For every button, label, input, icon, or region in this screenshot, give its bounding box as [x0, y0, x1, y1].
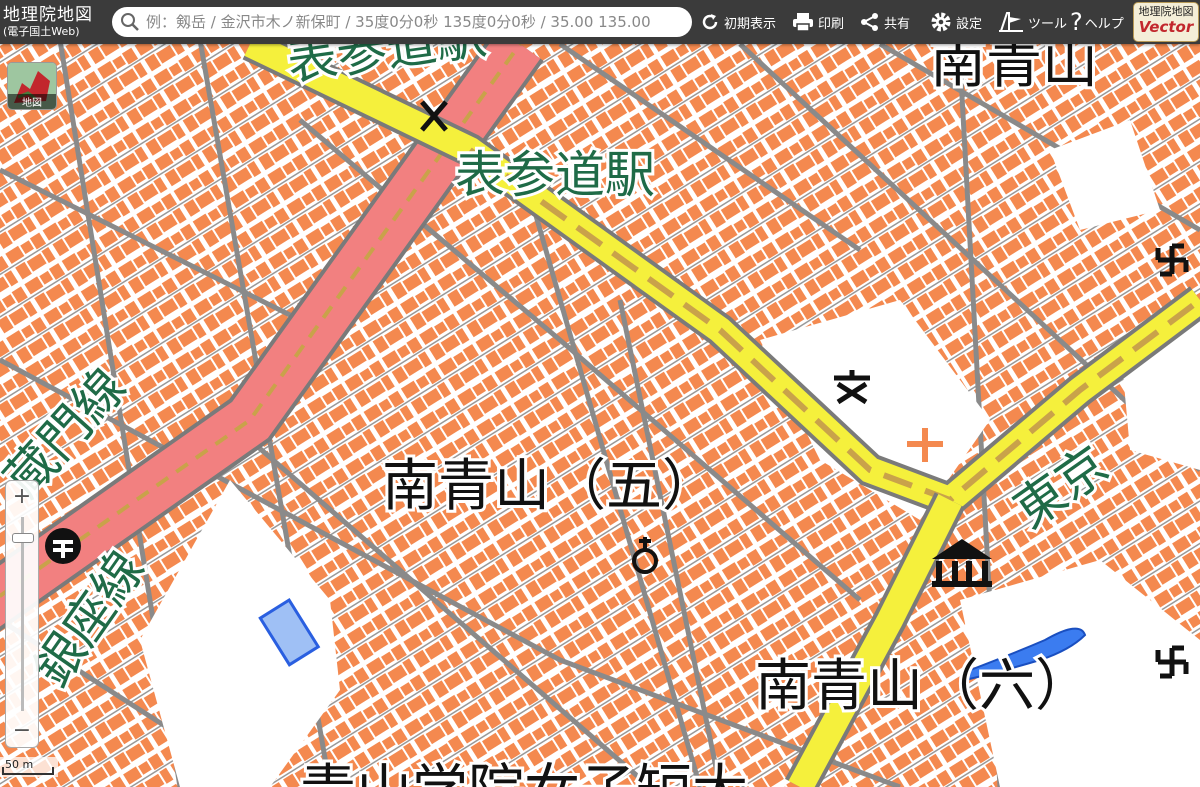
brand[interactable]: 地理院地図 (電子国土Web): [0, 5, 111, 38]
tools-button[interactable]: ツール: [998, 0, 1067, 44]
scale-bar-line: [2, 767, 54, 775]
help-icon: ?: [1070, 8, 1083, 36]
top-toolbar: 地理院地図 (電子国土Web) 初期表示 印刷 共有 設定 ツール ? ヘルプ …: [0, 0, 1200, 44]
refresh-icon: [702, 14, 718, 30]
help-label: ヘルプ: [1084, 16, 1124, 32]
search-icon: [121, 13, 139, 31]
print-button[interactable]: 印刷: [792, 0, 844, 44]
zoom-slider-handle[interactable]: [12, 533, 34, 543]
share-button[interactable]: 共有: [860, 0, 910, 44]
home-label: 初期表示: [724, 16, 777, 32]
share-label: 共有: [884, 16, 911, 32]
badge-vector: Vector: [1138, 18, 1194, 36]
scale-bar: 50 m: [0, 757, 58, 777]
zoom-in-button[interactable]: +: [6, 481, 38, 513]
subway-station-symbol: [45, 528, 81, 564]
help-button[interactable]: ? ヘルプ: [1070, 0, 1124, 44]
tools-icon: [999, 12, 1023, 32]
zoom-slider-track[interactable]: [21, 517, 24, 711]
settings-button[interactable]: 設定: [930, 0, 982, 44]
zoom-out-button[interactable]: −: [6, 715, 38, 747]
app-subtitle: (電子国土Web): [3, 25, 80, 38]
map-canvas[interactable]: 表参道駅 表参道駅 南青山 南青山（五） 南青山（六） 蔵門線 銀座線 東京 青…: [0, 0, 1200, 787]
district-label-6: 南青山（六）: [755, 654, 1091, 719]
home-button[interactable]: 初期表示: [700, 0, 776, 44]
layer-button-label: 地図: [8, 94, 56, 109]
print-label: 印刷: [818, 16, 845, 32]
settings-label: 設定: [956, 16, 983, 32]
gear-icon: [931, 12, 951, 32]
app-title: 地理院地図: [3, 5, 93, 25]
search-box[interactable]: [112, 7, 692, 37]
share-icon: [861, 13, 878, 31]
district-label-5: 南青山（五）: [382, 454, 718, 519]
search-input[interactable]: [144, 12, 692, 32]
station-label-main: 表参道駅: [455, 146, 655, 204]
tools-label: ツール: [1028, 16, 1068, 32]
vector-badge[interactable]: 地理院地図 Vector: [1133, 2, 1199, 42]
badge-title: 地理院地図: [1138, 5, 1194, 18]
layer-button[interactable]: 地図: [7, 62, 57, 110]
printer-icon: [793, 13, 813, 32]
bottom-partial-label: 青山学院女子短大: [300, 759, 748, 787]
zoom-control: + −: [5, 480, 39, 748]
